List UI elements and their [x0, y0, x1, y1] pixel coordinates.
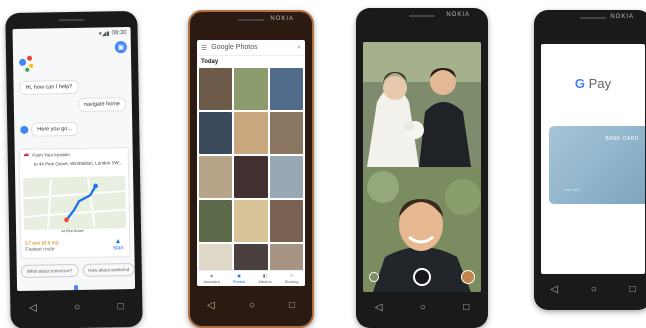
albums-tab-icon: ◧ — [263, 273, 267, 278]
photos-screen: ☰ Google Photos ⌕ Today ◈ Assistant ▣ Phot… — [197, 40, 305, 286]
google-g-logo-icon: G — [574, 76, 586, 91]
photos-tab-icon: ▣ — [237, 273, 241, 278]
phone-brand: NOKIA — [446, 12, 470, 18]
nav-sharing[interactable]: ⚇ Sharing — [285, 271, 299, 286]
couple-photo — [363, 42, 481, 167]
photos-bottom-nav: ◈ Assistant ▣ Photos ◧ Albums ⚇ Sharing — [197, 270, 305, 286]
bank-card[interactable]: BANK CARD •••• 1447 — [549, 126, 645, 204]
system-nav-bar: ◁ ○ □ — [356, 298, 488, 316]
speaker-grille — [409, 15, 435, 17]
photo-thumbnail[interactable] — [269, 200, 303, 242]
phone-brand: NOKIA — [610, 14, 634, 20]
home-icon[interactable]: ○ — [420, 302, 426, 313]
speaker-grille — [238, 19, 264, 21]
photo-thumbnail[interactable] — [199, 200, 233, 242]
sharing-tab-icon: ⚇ — [289, 273, 294, 278]
recents-icon[interactable]: □ — [630, 284, 636, 295]
camera-mode-icon[interactable] — [369, 272, 379, 282]
camera-shutter-icon[interactable] — [413, 268, 431, 286]
back-icon[interactable]: ◁ — [550, 284, 558, 295]
assistant-mini-logo-icon — [20, 125, 29, 134]
system-nav-bar: ◁ ○ □ — [10, 297, 142, 317]
bank-card-label: BANK CARD — [605, 136, 639, 142]
google-pay-logo: G Pay — [574, 76, 612, 91]
back-icon[interactable]: ◁ — [207, 300, 215, 311]
route-map[interactable] — [23, 176, 127, 230]
photo-thumbnail[interactable] — [269, 156, 303, 198]
assistant-explore-button[interactable]: ▣ — [114, 41, 127, 54]
phone-photos: NOKIA ☰ Google Photos ⌕ Today ◈ Assistant… — [188, 10, 314, 328]
home-icon[interactable]: ○ — [591, 284, 597, 295]
phone-pay: NOKIA G Pay BANK CARD •••• 1447 ◁ ○ □ — [534, 10, 646, 310]
assistant-screen: ▾◢▮ 08:30 ▣ Hi, how can I help? navigate… — [12, 26, 136, 292]
photo-thumbnail[interactable] — [199, 156, 233, 198]
rear-camera-view — [363, 42, 481, 167]
car-icon: 🚗 — [23, 151, 30, 157]
photo-thumbnail[interactable] — [234, 200, 268, 242]
nav-albums[interactable]: ◧ Albums — [258, 271, 271, 286]
route-to: to 44 Pine Grove, Wimbledon, London SW..… — [33, 160, 123, 167]
phone-assistant: ▾◢▮ 08:30 ▣ Hi, how can I help? navigate… — [5, 10, 143, 328]
speaker-grille — [580, 17, 606, 19]
gallery-thumbnail-icon[interactable] — [461, 270, 475, 284]
user-query: navigate home — [77, 97, 126, 112]
assistant-tab-icon: ◈ — [210, 273, 214, 278]
photo-thumbnail[interactable] — [234, 68, 268, 110]
photo-thumbnail[interactable] — [199, 112, 233, 154]
recents-icon[interactable]: □ — [463, 302, 469, 313]
assistant-reply-row: Here you go... — [20, 121, 78, 137]
suggestion-chip[interactable]: What about tomorrow? — [20, 263, 79, 278]
route-map-graphic — [23, 177, 126, 228]
suggestion-chips: What about tomorrow? How about weekend — [20, 262, 136, 278]
assistant-reply: Here you go... — [31, 121, 78, 137]
route-card[interactable]: 🚗 From Your location to 44 Pine Grove, W… — [18, 147, 131, 259]
camera-screen — [363, 42, 481, 292]
phone-brand: NOKIA — [270, 16, 294, 22]
status-time: 08:30 — [111, 30, 127, 37]
system-nav-bar: ◁ ○ □ — [190, 296, 312, 314]
signal-icon: ▾◢▮ — [98, 30, 110, 38]
destination-pin-label: 44 Pine Grove — [61, 228, 84, 234]
back-icon[interactable]: ◁ — [29, 302, 37, 313]
nav-assistant[interactable]: ◈ Assistant — [204, 271, 220, 286]
photo-thumbnail[interactable] — [269, 112, 303, 154]
home-icon[interactable]: ○ — [249, 300, 255, 311]
assistant-logo-icon — [19, 55, 37, 73]
bank-card-number: •••• 1447 — [565, 187, 581, 192]
photo-thumbnail[interactable] — [234, 156, 268, 198]
assistant-greeting: Hi, how can I help? — [19, 79, 79, 95]
menu-icon[interactable]: ☰ — [201, 44, 207, 52]
microphone-icon[interactable] — [71, 284, 81, 292]
route-eta: 57 min (8.8 mi) Fastest route — [25, 240, 59, 253]
home-icon[interactable]: ○ — [74, 301, 80, 312]
nav-photos[interactable]: ▣ Photos — [233, 271, 245, 286]
pay-screen: G Pay BANK CARD •••• 1447 — [541, 44, 645, 274]
phone-camera: NOKIA ◁ ○ □ — [356, 8, 488, 328]
search-icon[interactable]: ⌕ — [297, 44, 301, 52]
photo-thumbnail[interactable] — [269, 68, 303, 110]
system-nav-bar: ◁ ○ □ — [534, 280, 646, 298]
recents-icon[interactable]: □ — [289, 300, 295, 311]
start-navigation-button[interactable]: ▲ Start — [113, 238, 124, 251]
status-bar: ▾◢▮ 08:30 — [13, 27, 131, 41]
section-heading: Today — [201, 59, 219, 65]
speaker-grille — [58, 18, 85, 22]
back-icon[interactable]: ◁ — [375, 302, 383, 313]
photos-app-title: Google Photos — [211, 44, 258, 51]
photos-app-bar: ☰ Google Photos ⌕ — [197, 40, 305, 56]
photo-thumbnail[interactable] — [199, 68, 233, 110]
suggestion-chip[interactable]: How about weekend — [82, 262, 136, 277]
recents-icon[interactable]: □ — [118, 301, 124, 312]
photo-thumbnail[interactable] — [234, 112, 268, 154]
photo-grid — [197, 68, 305, 286]
